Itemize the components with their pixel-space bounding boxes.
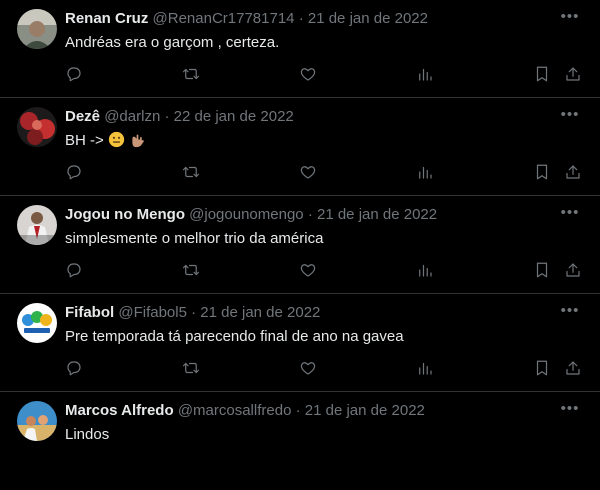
timestamp[interactable]: 21 de jan de 2022 [317, 206, 437, 223]
tweet-header: Marcos Alfredo @marcosallfredo · 21 de j… [65, 401, 425, 421]
tweet-header: Renan Cruz @RenanCr17781714 · 21 de jan … [65, 9, 428, 29]
views-icon[interactable] [413, 160, 437, 184]
separator: · [191, 304, 197, 321]
tweet-header: Dezê @darlzn · 22 de jan de 2022 [65, 107, 294, 127]
handle[interactable]: @marcosallfredo [178, 402, 292, 419]
tweet[interactable]: Dezê @darlzn · 22 de jan de 2022 ••• BH … [0, 98, 600, 196]
more-horizontal-icon[interactable]: ••• [560, 401, 580, 420]
timestamp[interactable]: 21 de jan de 2022 [308, 10, 428, 27]
tweet-text: BH -> [65, 132, 104, 149]
more-horizontal-icon[interactable]: ••• [560, 303, 580, 322]
tweet-text: simplesmente o melhor trio da américa [65, 230, 324, 247]
tweet[interactable]: Fifabol @Fifabol5 · 21 de jan de 2022 ••… [0, 294, 600, 392]
handle[interactable]: @darlzn [104, 108, 160, 125]
more-horizontal-icon[interactable]: ••• [560, 107, 580, 126]
share-icon[interactable] [561, 160, 585, 184]
like-icon[interactable] [296, 62, 320, 86]
like-icon[interactable] [296, 258, 320, 282]
reply-icon[interactable] [62, 356, 86, 380]
tweet-header: Fifabol @Fifabol5 · 21 de jan de 2022 [65, 303, 320, 323]
retweet-icon[interactable] [179, 356, 203, 380]
separator: · [307, 206, 313, 223]
bookmark-icon[interactable] [530, 62, 554, 86]
reply-icon[interactable] [62, 62, 86, 86]
like-icon[interactable] [296, 160, 320, 184]
tweet-actions [0, 62, 600, 86]
bookmark-icon[interactable] [530, 258, 554, 282]
share-icon[interactable] [561, 356, 585, 380]
reply-icon[interactable] [62, 258, 86, 282]
handle[interactable]: @RenanCr17781714 [153, 10, 295, 27]
handle[interactable]: @Fifabol5 [118, 304, 187, 321]
tweet-text: Andréas era o garçom , certeza. [65, 34, 280, 51]
like-icon[interactable] [296, 356, 320, 380]
bookmark-icon[interactable] [530, 356, 554, 380]
call-me-hand-emoji-icon [132, 134, 144, 148]
avatar[interactable] [17, 303, 57, 343]
tweet-text: Pre temporada tá parecendo final de ano … [65, 328, 404, 345]
display-name[interactable]: Dezê [65, 108, 100, 125]
more-horizontal-icon[interactable]: ••• [560, 9, 580, 28]
tweet-actions [0, 356, 600, 380]
timestamp[interactable]: 21 de jan de 2022 [305, 402, 425, 419]
display-name[interactable]: Renan Cruz [65, 10, 148, 27]
avatar[interactable] [17, 107, 57, 147]
avatar[interactable] [17, 9, 57, 49]
tweet[interactable]: Renan Cruz @RenanCr17781714 · 21 de jan … [0, 0, 600, 98]
share-icon[interactable] [561, 62, 585, 86]
tweet-actions [0, 160, 600, 184]
timestamp[interactable]: 21 de jan de 2022 [200, 304, 320, 321]
reply-feed: Renan Cruz @RenanCr17781714 · 21 de jan … [0, 0, 600, 450]
display-name[interactable]: Jogou no Mengo [65, 206, 185, 223]
more-horizontal-icon[interactable]: ••• [560, 205, 580, 224]
views-icon[interactable] [413, 258, 437, 282]
separator: · [298, 10, 304, 27]
views-icon[interactable] [413, 356, 437, 380]
avatar[interactable] [17, 205, 57, 245]
reply-icon[interactable] [62, 160, 86, 184]
separator: · [164, 108, 170, 125]
tweet[interactable]: Marcos Alfredo @marcosallfredo · 21 de j… [0, 392, 600, 490]
tweet-header: Jogou no Mengo @jogounomengo · 21 de jan… [65, 205, 437, 225]
tweet-actions [0, 258, 600, 282]
neutral-face-emoji-icon [108, 131, 125, 148]
tweet[interactable]: Jogou no Mengo @jogounomengo · 21 de jan… [0, 196, 600, 294]
display-name[interactable]: Fifabol [65, 304, 114, 321]
tweet-text-container: BH -> [65, 131, 146, 151]
handle[interactable]: @jogounomengo [189, 206, 303, 223]
timestamp[interactable]: 22 de jan de 2022 [174, 108, 294, 125]
avatar[interactable] [17, 401, 57, 441]
bookmark-icon[interactable] [530, 160, 554, 184]
separator: · [295, 402, 301, 419]
retweet-icon[interactable] [179, 258, 203, 282]
views-icon[interactable] [413, 62, 437, 86]
display-name[interactable]: Marcos Alfredo [65, 402, 174, 419]
retweet-icon[interactable] [179, 160, 203, 184]
share-icon[interactable] [561, 258, 585, 282]
tweet-text: Lindos [65, 426, 110, 443]
retweet-icon[interactable] [179, 62, 203, 86]
